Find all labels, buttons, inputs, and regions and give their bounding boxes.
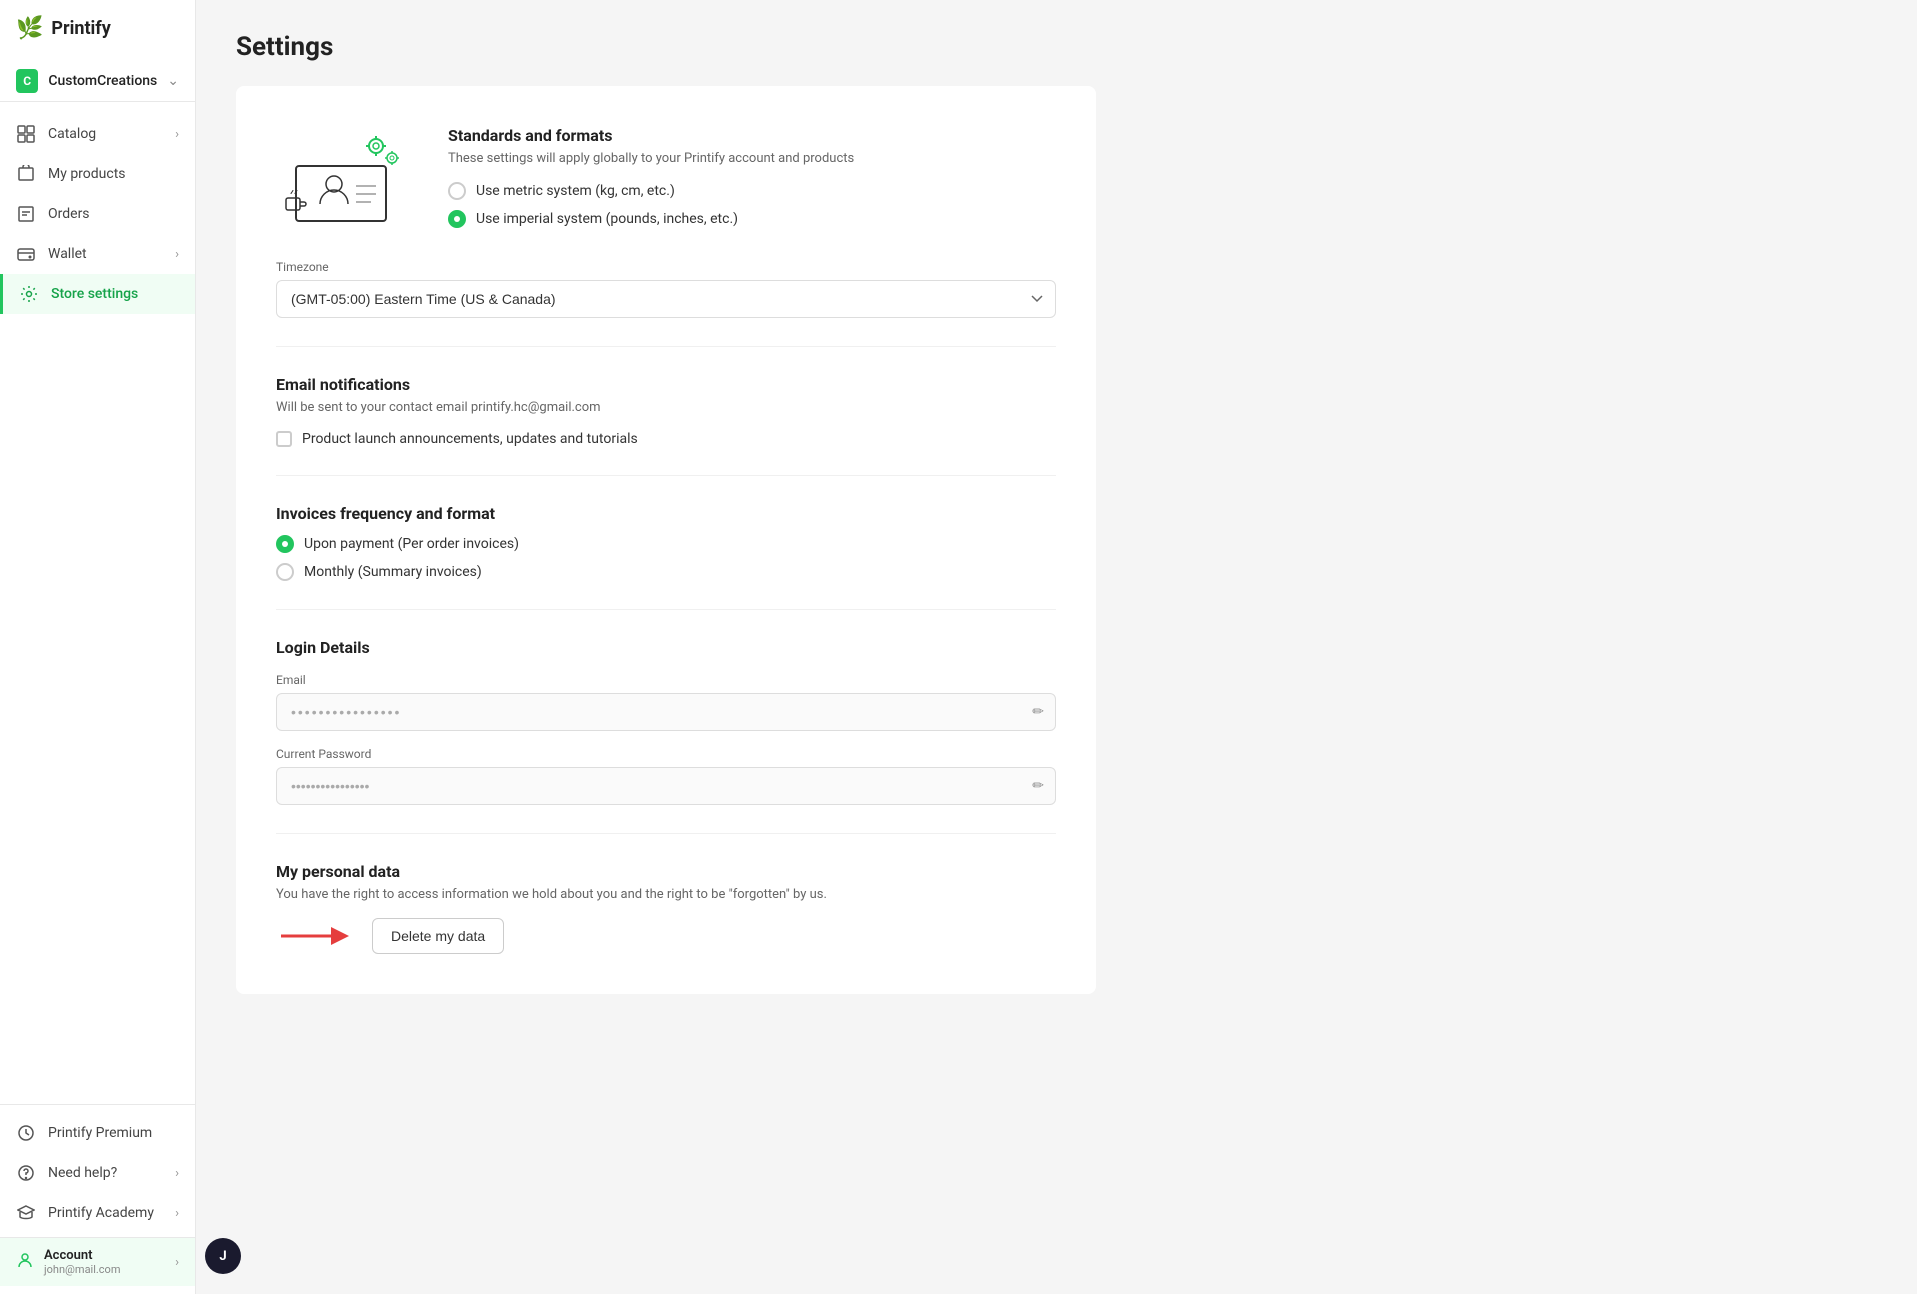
help-label: Need help? <box>48 1165 163 1181</box>
divider-2 <box>276 475 1056 476</box>
store-settings-label: Store settings <box>51 286 179 302</box>
sidebar-item-need-help[interactable]: Need help? › <box>0 1153 195 1193</box>
per-order-radio-label: Upon payment (Per order invoices) <box>304 536 519 552</box>
catalog-chevron-icon: › <box>175 127 179 142</box>
wallet-chevron-icon: › <box>175 247 179 262</box>
delete-my-data-button[interactable]: Delete my data <box>372 918 504 954</box>
settings-illustration <box>276 126 416 226</box>
login-details-title: Login Details <box>276 638 1056 657</box>
orders-icon <box>16 204 36 224</box>
standards-section: Standards and formats These settings wil… <box>276 126 1056 228</box>
invoices-title: Invoices frequency and format <box>276 504 1056 523</box>
sidebar-item-my-products[interactable]: My products <box>0 154 195 194</box>
academy-chevron-icon: › <box>175 1206 179 1221</box>
password-field-label: Current Password <box>276 747 1056 761</box>
measurement-radio-group: Use metric system (kg, cm, etc.) Use imp… <box>448 182 1056 228</box>
personal-data-section: My personal data You have the right to a… <box>276 862 1056 954</box>
imperial-radio-label: Use imperial system (pounds, inches, etc… <box>476 211 738 227</box>
delete-btn-area: Delete my data <box>276 918 1056 954</box>
email-notifications-subtitle: Will be sent to your contact email print… <box>276 400 1056 415</box>
email-notifications-title: Email notifications <box>276 375 1056 394</box>
help-chevron-icon: › <box>175 1166 179 1181</box>
account-email: john@mail.com <box>44 1263 165 1276</box>
standards-subtitle: These settings will apply globally to yo… <box>448 151 1056 166</box>
help-icon <box>16 1163 36 1183</box>
sidebar-item-catalog[interactable]: Catalog › <box>0 114 195 154</box>
settings-card: Standards and formats These settings wil… <box>236 86 1096 994</box>
login-details-section: Login Details Email ✏ Current Password ✏ <box>276 638 1056 805</box>
monthly-radio-item[interactable]: Monthly (Summary invoices) <box>276 563 1056 581</box>
sidebar-item-orders[interactable]: Orders <box>0 194 195 234</box>
monthly-radio-label: Monthly (Summary invoices) <box>304 564 482 580</box>
imperial-radio-item[interactable]: Use imperial system (pounds, inches, etc… <box>448 210 1056 228</box>
academy-label: Printify Academy <box>48 1205 163 1221</box>
account-info: Account john@mail.com <box>44 1248 165 1276</box>
email-input[interactable] <box>276 693 1056 731</box>
timezone-label: Timezone <box>276 260 1056 274</box>
product-launch-checkbox[interactable] <box>276 431 292 447</box>
main-content: Settings <box>196 0 1917 1294</box>
sidebar-item-store-settings[interactable]: Store settings <box>0 274 195 314</box>
password-input[interactable] <box>276 767 1056 805</box>
divider-4 <box>276 833 1056 834</box>
academy-icon <box>16 1203 36 1223</box>
email-edit-icon[interactable]: ✏ <box>1032 704 1044 720</box>
nav-items: Catalog › My products Orders <box>0 110 195 1104</box>
wallet-icon <box>16 244 36 264</box>
standards-title: Standards and formats <box>448 126 1056 145</box>
orders-label: Orders <box>48 206 179 222</box>
timezone-select[interactable]: (GMT-05:00) Eastern Time (US & Canada) <box>276 280 1056 318</box>
divider-3 <box>276 609 1056 610</box>
store-chevron-icon: ⌄ <box>167 73 179 89</box>
product-launch-label: Product launch announcements, updates an… <box>302 431 638 447</box>
metric-radio-circle[interactable] <box>448 182 466 200</box>
per-order-radio-item[interactable]: Upon payment (Per order invoices) <box>276 535 1056 553</box>
store-selector[interactable]: C CustomCreations ⌄ <box>0 61 195 102</box>
page-title: Settings <box>236 32 1877 62</box>
logo-icon: 🌿 <box>16 16 43 41</box>
password-input-wrapper: ✏ <box>276 767 1056 805</box>
logo-area: 🌿 Printify <box>0 0 195 61</box>
sidebar-bottom: Printify Premium Need help? › Pri <box>0 1104 195 1294</box>
my-products-icon <box>16 164 36 184</box>
sidebar: 🌿 Printify C CustomCreations ⌄ Catalog › <box>0 0 196 1294</box>
account-name: Account <box>44 1248 165 1263</box>
store-icon: C <box>16 69 38 93</box>
invoices-section: Invoices frequency and format Upon payme… <box>276 504 1056 581</box>
timezone-section: Timezone (GMT-05:00) Eastern Time (US & … <box>276 260 1056 318</box>
standards-content: Standards and formats These settings wil… <box>448 126 1056 228</box>
account-item[interactable]: Account john@mail.com › <box>0 1237 195 1286</box>
avatar-area: J <box>205 1238 241 1274</box>
account-icon <box>16 1251 34 1273</box>
catalog-label: Catalog <box>48 126 163 142</box>
monthly-radio-circle[interactable] <box>276 563 294 581</box>
account-chevron-icon: › <box>175 1255 179 1270</box>
metric-radio-label: Use metric system (kg, cm, etc.) <box>476 183 675 199</box>
personal-data-title: My personal data <box>276 862 1056 881</box>
email-notifications-section: Email notifications Will be sent to your… <box>276 375 1056 447</box>
per-order-radio-circle[interactable] <box>276 535 294 553</box>
product-launch-checkbox-item[interactable]: Product launch announcements, updates an… <box>276 431 1056 447</box>
logo-text: Printify <box>51 18 110 39</box>
avatar[interactable]: J <box>205 1238 241 1274</box>
divider-1 <box>276 346 1056 347</box>
premium-icon <box>16 1123 36 1143</box>
invoices-radio-group: Upon payment (Per order invoices) Monthl… <box>276 535 1056 581</box>
personal-data-subtitle: You have the right to access information… <box>276 887 1056 902</box>
premium-label: Printify Premium <box>48 1125 179 1141</box>
imperial-radio-circle[interactable] <box>448 210 466 228</box>
store-name: CustomCreations <box>48 73 157 89</box>
sidebar-item-wallet[interactable]: Wallet › <box>0 234 195 274</box>
sidebar-item-printify-academy[interactable]: Printify Academy › <box>0 1193 195 1233</box>
store-settings-icon <box>19 284 39 304</box>
delete-arrow-indicator <box>276 921 356 951</box>
catalog-icon <box>16 124 36 144</box>
email-field-label: Email <box>276 673 1056 687</box>
password-edit-icon[interactable]: ✏ <box>1032 778 1044 794</box>
sidebar-item-printify-premium[interactable]: Printify Premium <box>0 1113 195 1153</box>
my-products-label: My products <box>48 166 179 182</box>
wallet-label: Wallet <box>48 246 163 262</box>
email-input-wrapper: ✏ <box>276 693 1056 731</box>
metric-radio-item[interactable]: Use metric system (kg, cm, etc.) <box>448 182 1056 200</box>
